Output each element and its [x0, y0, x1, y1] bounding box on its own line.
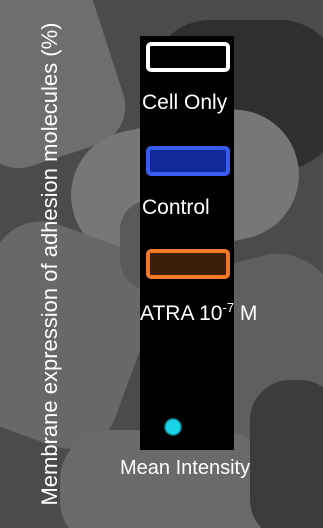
mean-intensity-marker	[164, 418, 182, 436]
legend-label-cell-only: Cell Only	[142, 91, 228, 114]
y-axis-label-text: Membrane expression of adhesion molecule…	[37, 22, 62, 506]
legend-label-atra-exponent: -7	[222, 300, 235, 315]
legend-label-control: Control	[142, 196, 210, 219]
y-axis-label: Membrane expression of adhesion molecule…	[0, 0, 110, 528]
legend-swatch-control	[146, 146, 230, 176]
legend-swatch-cell-only	[146, 42, 230, 72]
mean-intensity-dot	[164, 418, 182, 436]
background-shape	[250, 380, 323, 528]
legend-label-atra: ATRA 10-7 M	[140, 300, 257, 326]
legend-label-atra-unit: M	[234, 302, 258, 325]
legend-label-atra-base: ATRA 10	[140, 302, 223, 325]
legend-label-mean-intensity: Mean Intensity	[120, 457, 251, 479]
legend-swatch-atra	[146, 249, 230, 279]
